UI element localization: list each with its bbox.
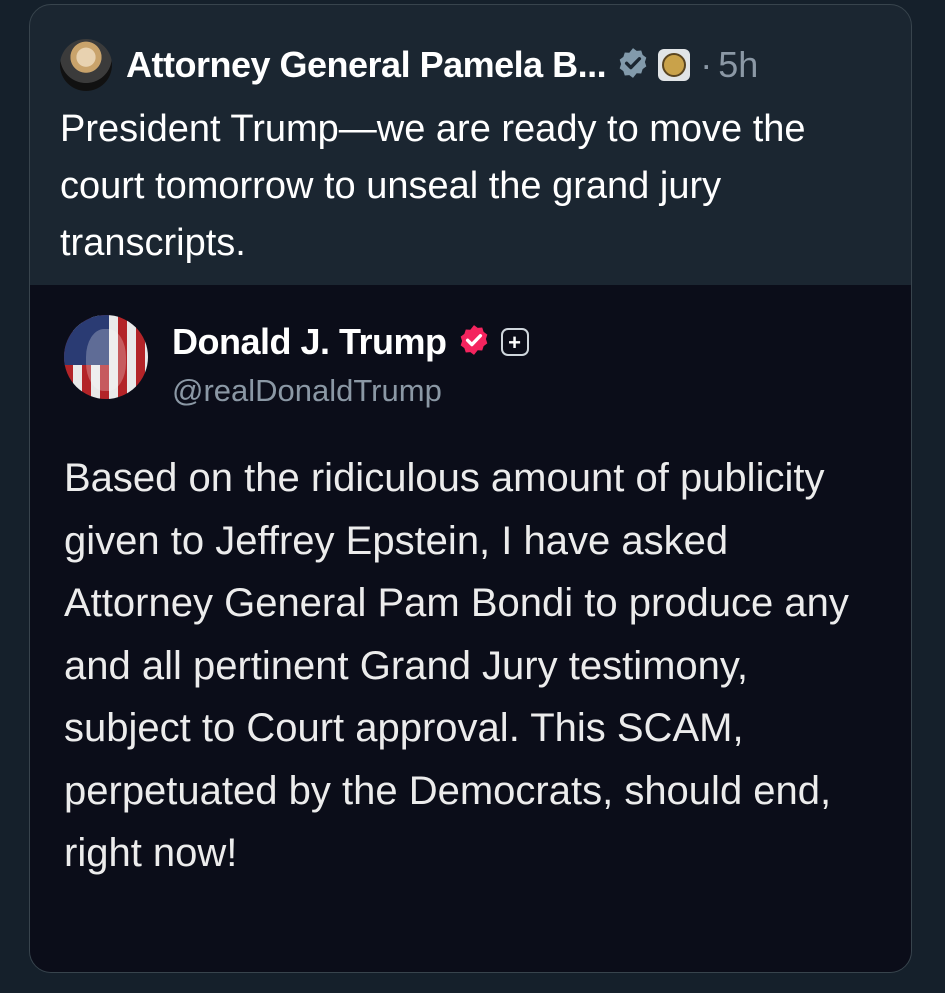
post-card[interactable]: Attorney General Pamela B... · 5h Presid… (29, 4, 912, 973)
portrait-icon (86, 329, 126, 391)
quoted-name-row: Donald J. Trump + (172, 321, 529, 363)
post-text: President Trump—we are ready to move the… (60, 108, 806, 264)
verified-badge-icon[interactable] (457, 323, 491, 362)
quoted-author-name[interactable]: Donald J. Trump (172, 321, 447, 363)
quoted-avatar[interactable] (64, 315, 148, 399)
plus-icon[interactable]: + (500, 328, 529, 356)
time-separator: · (700, 44, 713, 85)
author-name[interactable]: Attorney General Pamela B... (126, 44, 607, 86)
quoted-post-text: Based on the ridiculous amount of public… (64, 456, 849, 875)
post-time[interactable]: 5h (718, 44, 758, 86)
quoted-post[interactable]: Donald J. Trump + @realDonaldTrump Based… (30, 285, 911, 972)
quoted-author-handle[interactable]: @realDonaldTrump (172, 373, 442, 409)
doj-seal-icon[interactable] (658, 49, 691, 81)
avatar[interactable] (60, 39, 112, 91)
post-header: Attorney General Pamela B... · 5h (60, 35, 891, 95)
verified-badge-icon[interactable] (616, 46, 650, 85)
